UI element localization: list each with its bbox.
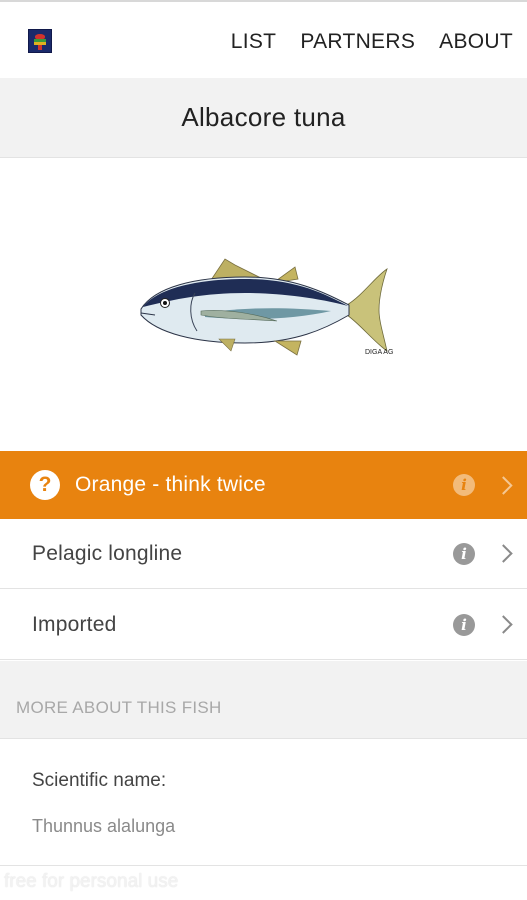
app-screen: LIST PARTNERS ABOUT Albacore tuna DIGA A…	[0, 0, 527, 900]
page-title-bar: Albacore tuna	[0, 78, 527, 158]
chevron-right-icon	[494, 615, 513, 634]
top-navigation-bar: LIST PARTNERS ABOUT	[0, 0, 527, 78]
rating-row[interactable]: ? Orange - think twice i	[0, 451, 527, 519]
logo-mark	[38, 45, 42, 50]
question-circle-icon: ?	[30, 470, 60, 500]
origin-label: Imported	[32, 612, 117, 636]
origin-row[interactable]: Imported i	[0, 590, 527, 660]
main-nav: LIST PARTNERS ABOUT	[231, 30, 513, 54]
fish-image-area: DIGA AG	[0, 158, 527, 451]
chevron-right-icon	[494, 475, 513, 495]
nav-about-link[interactable]: ABOUT	[439, 30, 513, 54]
scientific-name-value: Thunnus alalunga	[32, 816, 176, 836]
page-title: Albacore tuna	[181, 102, 346, 132]
scientific-name-label: Scientific name:	[32, 770, 167, 791]
info-icon[interactable]: i	[453, 474, 475, 496]
app-logo-icon[interactable]	[28, 29, 52, 53]
more-about-section-header: MORE ABOUT THIS FISH	[0, 661, 527, 739]
nav-partners-link[interactable]: PARTNERS	[300, 30, 415, 54]
image-credit: DIGA AG	[365, 349, 393, 356]
tuna-illustration-icon: DIGA AG	[140, 258, 393, 356]
fishing-method-row[interactable]: Pelagic longline i	[0, 519, 527, 589]
watermark-text: free for personal use	[4, 871, 179, 892]
info-icon[interactable]: i	[453, 613, 475, 636]
fishing-method-label: Pelagic longline	[32, 541, 183, 565]
scientific-name-block: Scientific name: Thunnus alalunga	[0, 739, 527, 866]
info-icon[interactable]: i	[453, 542, 475, 565]
nav-list-link[interactable]: LIST	[231, 30, 277, 54]
section-heading: MORE ABOUT THIS FISH	[16, 698, 222, 717]
chevron-right-icon	[494, 544, 513, 563]
footer-watermark: free for personal use	[0, 866, 527, 900]
rating-label: Orange - think twice	[75, 473, 266, 496]
